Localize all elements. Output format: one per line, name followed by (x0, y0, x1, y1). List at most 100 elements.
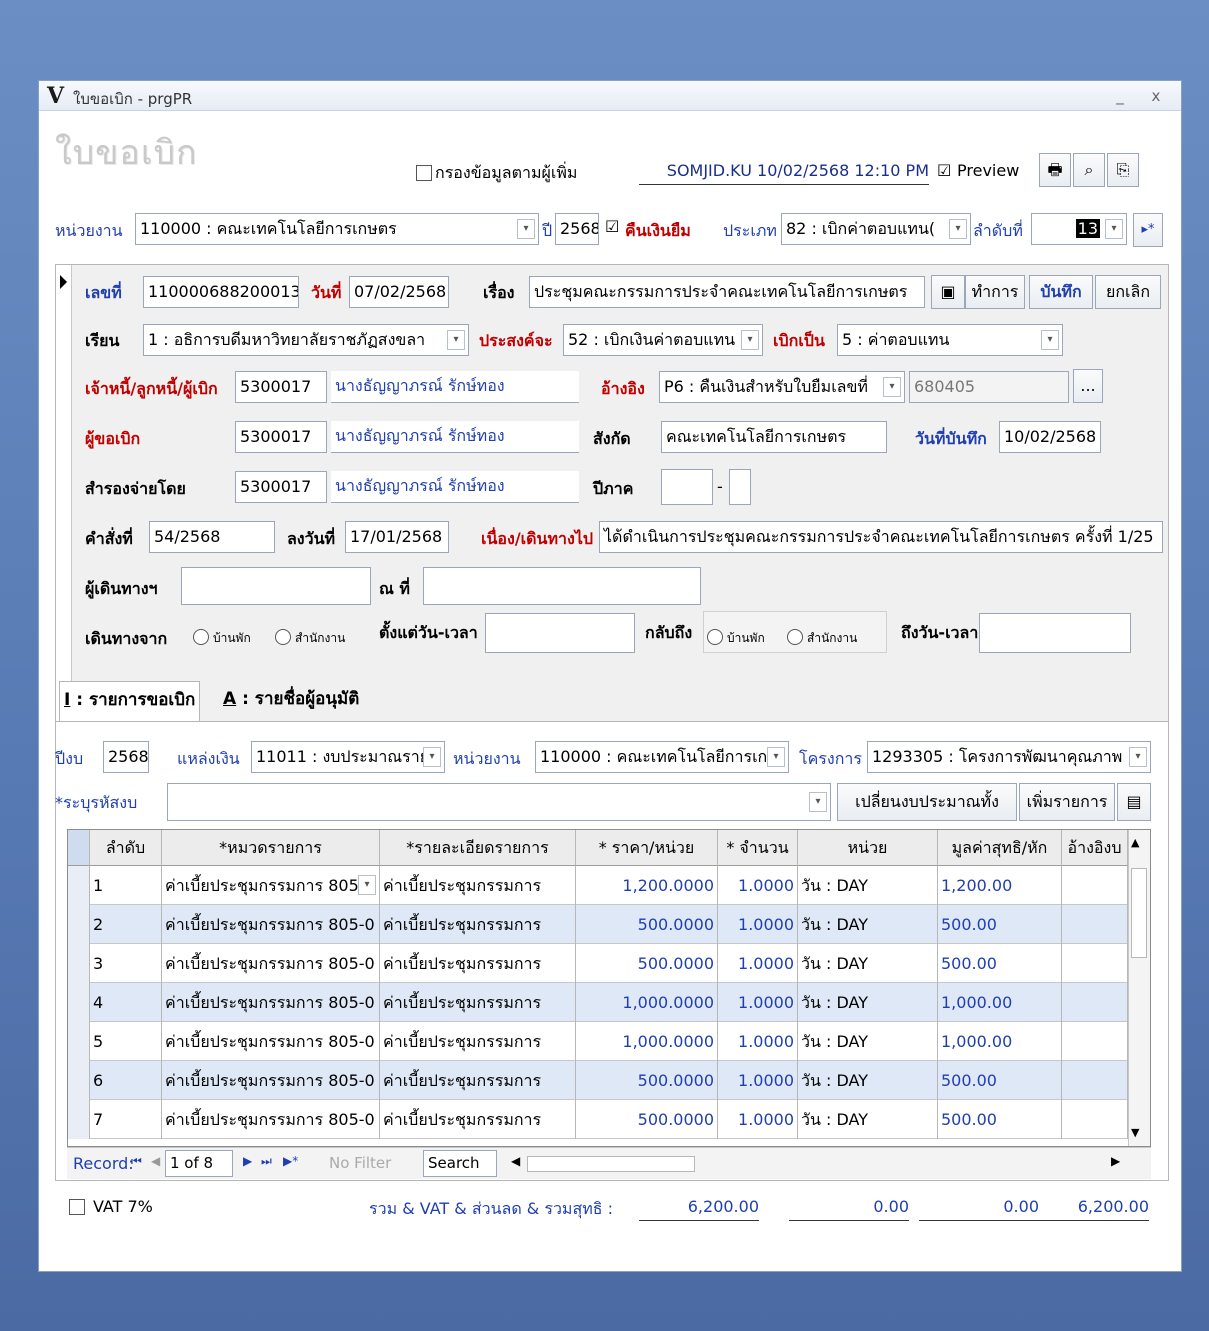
record-position-field[interactable]: 1 of 8 (165, 1150, 233, 1177)
cell-detail[interactable]: ค่าเบี้ยประชุมกรรมการ (380, 1022, 576, 1061)
cell-detail[interactable]: ค่าเบี้ยประชุมกรรมการ (380, 1100, 576, 1139)
first-record-icon[interactable]: ⏮ (131, 1154, 142, 1169)
cell-net[interactable]: 500.00 (938, 1061, 1062, 1100)
cell-detail[interactable]: ค่าเบี้ยประชุมกรรมการ (380, 905, 576, 944)
cell-net[interactable]: 500.00 (938, 1100, 1062, 1139)
cell-seq[interactable]: 7 (90, 1100, 162, 1139)
to-select[interactable]: 1 : อธิการบดีมหาวิทยาลัยราชภัฏสงขลา ▾ (143, 324, 469, 356)
cell-price[interactable]: 500.0000 (576, 944, 718, 983)
row-selector[interactable] (68, 905, 90, 944)
col-header-ref[interactable]: อ้างอิงบ (1062, 830, 1128, 866)
row-selector[interactable] (68, 944, 90, 983)
project-select[interactable]: 1293305 : โครงการพัฒนาคุณภาพ ▾ (867, 741, 1151, 773)
record-date-field[interactable]: 10/02/2568 (999, 421, 1101, 453)
chevron-down-icon[interactable]: ▾ (358, 875, 376, 895)
unit-select[interactable]: 110000 : คณะเทคโนโลยีการเกษตร ▾ (135, 213, 539, 245)
purpose-select[interactable]: 52 : เบิกเงินค่าตอบแทน ▾ (563, 324, 763, 356)
cell-seq[interactable]: 6 (90, 1061, 162, 1100)
ref-no-field[interactable]: 680405 (909, 371, 1069, 403)
cell-category[interactable]: ค่าเบี้ยประชุมกรรมการ 805-0 (162, 1061, 380, 1100)
cell-qty[interactable]: 1.0000 (718, 1100, 798, 1139)
table-row[interactable]: 7 ค่าเบี้ยประชุมกรรมการ 805-0 ค่าเบี้ยประช… (68, 1100, 1128, 1139)
more-button[interactable]: ... (1073, 369, 1103, 403)
cell-net[interactable]: 500.00 (938, 905, 1062, 944)
cell-ref[interactable] (1062, 1061, 1128, 1100)
cell-unit[interactable]: วัน : DAY (798, 1022, 938, 1061)
row-selector[interactable] (68, 1022, 90, 1061)
cell-detail[interactable]: ค่าเบี้ยประชุมกรรมการ (380, 1061, 576, 1100)
cell-ref[interactable] (1062, 983, 1128, 1022)
cell-ref[interactable] (1062, 1022, 1128, 1061)
table-row[interactable]: 3 ค่าเบี้ยประชุมกรรมการ 805-0 ค่าเบี้ยประช… (68, 944, 1128, 983)
cell-price[interactable]: 500.0000 (576, 1061, 718, 1100)
tab-approvers[interactable]: A : รายชื่อผู้อนุมัติ (219, 681, 363, 721)
no-filter-button[interactable]: No Filter (329, 1154, 391, 1172)
ref-select[interactable]: P6 : คืนเงินสำหรับใบยืมเลขที่ ▾ (659, 371, 905, 403)
cell-qty[interactable]: 1.0000 (718, 1022, 798, 1061)
copy-button[interactable]: ⎘ (1107, 153, 1139, 187)
cell-unit[interactable]: วัน : DAY (798, 1100, 938, 1139)
advance-code-field[interactable]: 5300017 (235, 471, 327, 503)
cell-unit[interactable]: วัน : DAY (798, 983, 938, 1022)
scroll-left-icon[interactable]: ◀ (511, 1154, 520, 1168)
act-button[interactable]: ทำการ (965, 275, 1025, 309)
budget-code-select[interactable]: ▾ (167, 783, 831, 821)
lookup-button[interactable]: ▣ (931, 275, 965, 309)
at-field[interactable] (423, 567, 701, 605)
cell-net[interactable]: 500.00 (938, 944, 1062, 983)
as-select[interactable]: 5 : ค่าตอบแทน ▾ (837, 324, 1063, 356)
col-header-unit[interactable]: หน่วย (798, 830, 938, 866)
last-record-icon[interactable]: ⏭ (261, 1154, 272, 1169)
cell-detail[interactable]: ค่าเบี้ยประชุมกรรมการ (380, 944, 576, 983)
open-book-button[interactable]: ▤ (1117, 783, 1151, 821)
cell-price[interactable]: 500.0000 (576, 905, 718, 944)
return-home-radio[interactable] (707, 629, 723, 645)
close-button[interactable]: x (1145, 85, 1167, 107)
tab-items[interactable]: I : รายการขอเบิก (59, 681, 201, 721)
cell-qty[interactable]: 1.0000 (718, 1061, 798, 1100)
cell-category[interactable]: ค่าเบี้ยประชุมกรรมการ 805-0 (162, 944, 380, 983)
year-field[interactable]: 2568 (555, 213, 599, 245)
scroll-right-icon[interactable]: ▶ (1111, 1154, 1120, 1168)
cell-price[interactable]: 500.0000 (576, 1100, 718, 1139)
cell-category[interactable]: ค่าเบี้ยประชุมกรรมการ 805 ▾ (162, 866, 380, 905)
cell-net[interactable]: 1,000.00 (938, 983, 1062, 1022)
table-row[interactable]: 1 ค่าเบี้ยประชุมกรรมการ 805 ▾ ค่าเบี้ยประชุ… (68, 866, 1128, 905)
cell-net[interactable]: 1,200.00 (938, 866, 1062, 905)
col-header-detail[interactable]: *รายละเอียดรายการ (380, 830, 576, 866)
cell-category[interactable]: ค่าเบี้ยประชุมกรรมการ 805-0 (162, 1022, 380, 1061)
cell-unit[interactable]: วัน : DAY (798, 866, 938, 905)
cell-seq[interactable]: 1 (90, 866, 162, 905)
doc-no-field[interactable]: 110000688200013 (143, 276, 299, 308)
cell-price[interactable]: 1,000.0000 (576, 1022, 718, 1061)
vat-checkbox[interactable] (69, 1199, 85, 1215)
col-header-seq[interactable]: ลำดับ (90, 830, 162, 866)
cell-qty[interactable]: 1.0000 (718, 866, 798, 905)
cell-ref[interactable] (1062, 944, 1128, 983)
table-row[interactable]: 2 ค่าเบี้ยประชุมกรรมการ 805-0 ค่าเบี้ยประช… (68, 905, 1128, 944)
cell-unit[interactable]: วัน : DAY (798, 944, 938, 983)
col-header-price[interactable]: * ราคา/หน่วย (576, 830, 718, 866)
prev-record-icon[interactable]: ◀ (151, 1154, 160, 1168)
traveler-field[interactable] (181, 567, 371, 605)
table-row[interactable]: 4 ค่าเบี้ยประชุมกรรมการ 805-0 ค่าเบี้ยประช… (68, 983, 1128, 1022)
col-header-category[interactable]: *หมวดรายการ (162, 830, 380, 866)
save-button[interactable]: บันทึก (1029, 275, 1093, 309)
table-row[interactable]: 5 ค่าเบี้ยประชุมกรรมการ 805-0 ค่าเบี้ยประช… (68, 1022, 1128, 1061)
cell-detail[interactable]: ค่าเบี้ยประชุมกรรมการ (380, 983, 576, 1022)
dept-field[interactable]: คณะเทคโนโลยีการเกษตร (661, 421, 887, 453)
creditor-code-field[interactable]: 5300017 (235, 371, 327, 403)
subject-field[interactable]: ประชุมคณะกรรมการประจำคณะเทคโนโลยีการเกษต… (529, 276, 925, 308)
refund-checkbox[interactable]: ☑ (605, 217, 619, 236)
cell-seq[interactable]: 4 (90, 983, 162, 1022)
cell-price[interactable]: 1,200.0000 (576, 866, 718, 905)
cell-ref[interactable] (1062, 905, 1128, 944)
budget-unit-select[interactable]: 110000 : คณะเทคโนโลยีการเก ▾ (535, 741, 789, 773)
order-date-field[interactable]: 17/01/2568 (345, 521, 449, 553)
cell-net[interactable]: 1,000.00 (938, 1022, 1062, 1061)
term-field[interactable] (729, 469, 751, 505)
minimize-button[interactable]: _ (1109, 85, 1131, 107)
row-selector[interactable] (68, 983, 90, 1022)
cell-detail[interactable]: ค่าเบี้ยประชุมกรรมการ (380, 866, 576, 905)
from-home-radio[interactable] (193, 629, 209, 645)
